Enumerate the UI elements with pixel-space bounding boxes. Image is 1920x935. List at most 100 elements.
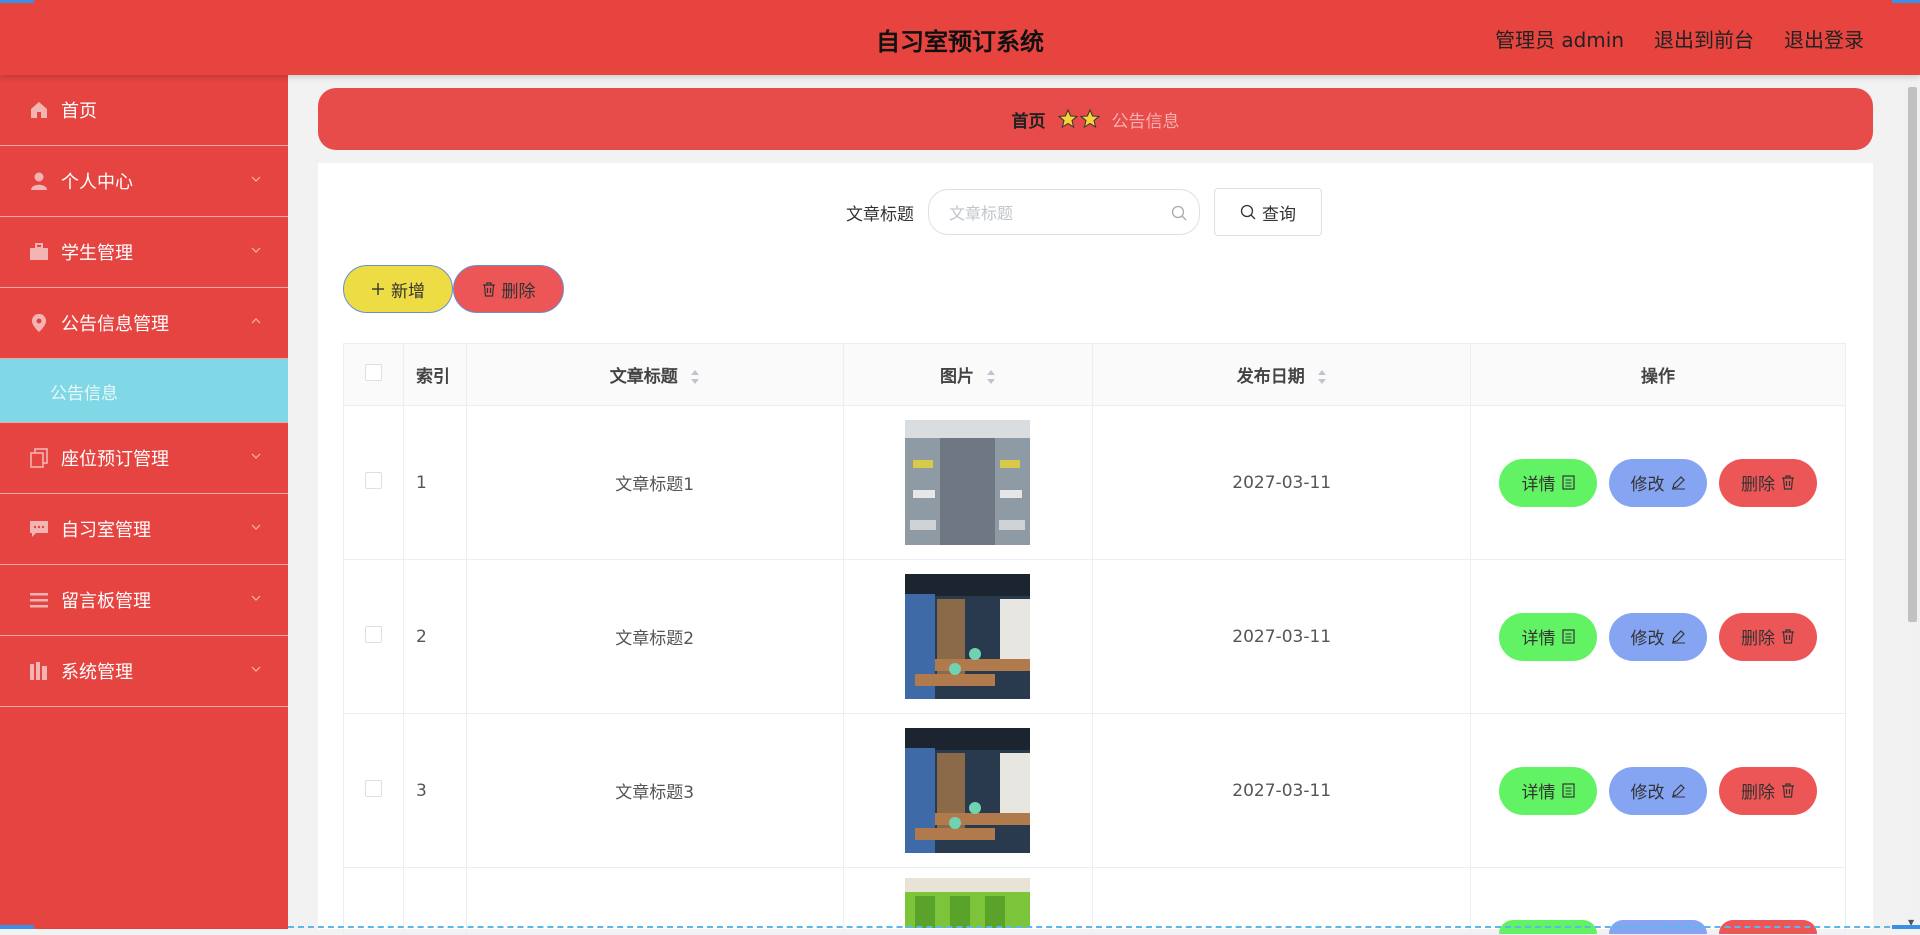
vertical-scrollbar[interactable]: ▼ bbox=[1905, 75, 1920, 929]
briefcase-icon bbox=[30, 243, 48, 260]
batch-delete-label: 删除 bbox=[501, 281, 536, 302]
search-label: 文章标题 bbox=[846, 204, 914, 225]
row-image-cell bbox=[842, 559, 1094, 714]
header-image[interactable]: 图片 bbox=[842, 343, 1094, 406]
query-button[interactable]: 查询 bbox=[1214, 188, 1322, 236]
scrollbar-thumb[interactable] bbox=[1908, 87, 1917, 622]
chevron-down-icon bbox=[251, 453, 261, 459]
row-title: 文章标题3 bbox=[465, 713, 844, 868]
sidebar: 首页 个人中心 学生管理 公告信息管理 公告信息 座位预订管理 自习室管理 留言… bbox=[0, 75, 288, 929]
sidebar-item-message-board[interactable]: 留言板管理 bbox=[0, 565, 288, 636]
star-icon bbox=[1057, 109, 1078, 129]
detail-button[interactable]: 详情 bbox=[1499, 612, 1597, 661]
select-all-cell bbox=[343, 343, 404, 406]
row-thumbnail[interactable] bbox=[905, 728, 1031, 853]
header-title[interactable]: 文章标题 bbox=[465, 343, 844, 406]
admin-user-link[interactable]: 管理员 admin bbox=[1495, 24, 1624, 53]
bottom-right-accent bbox=[1892, 925, 1920, 929]
logout-link[interactable]: 退出登录 bbox=[1784, 24, 1864, 53]
row-thumbnail[interactable] bbox=[905, 574, 1031, 699]
table-header-row: 索引 文章标题 图片 发布日期 操作 bbox=[343, 343, 1846, 406]
sidebar-item-study-room[interactable]: 自习室管理 bbox=[0, 494, 288, 565]
chevron-down-icon bbox=[251, 176, 261, 182]
row-image-cell bbox=[842, 867, 1094, 935]
header-date-label: 发布日期 bbox=[1236, 367, 1305, 387]
chevron-down-icon bbox=[251, 666, 261, 672]
sidebar-subitem-announcement[interactable]: 公告信息 bbox=[0, 359, 288, 423]
row-date: 2027-03-11 bbox=[1092, 405, 1472, 560]
edit-button[interactable]: 修改 bbox=[1609, 766, 1707, 815]
sidebar-item-student-management[interactable]: 学生管理 bbox=[0, 217, 288, 288]
delete-button-label: 删除 bbox=[1741, 475, 1775, 495]
detail-button-label: 详情 bbox=[1521, 783, 1556, 803]
breadcrumb-current: 公告信息 bbox=[1111, 111, 1180, 132]
delete-button[interactable]: 删除 bbox=[1719, 766, 1817, 815]
detail-button[interactable]: 详情 bbox=[1499, 766, 1597, 815]
header-date[interactable]: 发布日期 bbox=[1092, 343, 1472, 406]
sidebar-item-system-management[interactable]: 系统管理 bbox=[0, 636, 288, 707]
row-image-cell bbox=[842, 405, 1094, 560]
sidebar-subitem-label: 公告信息 bbox=[50, 384, 118, 404]
delete-button[interactable]: 删除 bbox=[1719, 458, 1817, 507]
row-ops-cell: 详情 修改 删除 bbox=[1470, 713, 1846, 868]
edit-button-label: 修改 bbox=[1630, 783, 1665, 803]
trash-icon bbox=[482, 281, 495, 297]
sort-icon[interactable] bbox=[1317, 369, 1327, 385]
location-pin-icon bbox=[32, 314, 46, 332]
detail-button[interactable]: 详情 bbox=[1499, 458, 1597, 507]
delete-button-label: 删除 bbox=[1741, 629, 1775, 649]
trash-icon bbox=[1782, 783, 1794, 798]
row-image-cell bbox=[842, 713, 1094, 868]
breadcrumb-home[interactable]: 首页 bbox=[1012, 107, 1046, 132]
sidebar-item-label: 留言板管理 bbox=[61, 591, 151, 612]
edit-button[interactable]: 修改 bbox=[1609, 458, 1707, 507]
search-icon bbox=[1240, 204, 1256, 220]
row-thumbnail[interactable] bbox=[905, 878, 1031, 928]
plus-icon bbox=[372, 283, 384, 295]
sidebar-item-label: 首页 bbox=[61, 101, 97, 122]
row-thumbnail[interactable] bbox=[905, 420, 1031, 545]
select-all-checkbox[interactable] bbox=[364, 363, 382, 381]
row-title bbox=[465, 867, 844, 935]
batch-delete-button[interactable]: 删除 bbox=[453, 265, 564, 313]
breadcrumb-separator bbox=[1057, 109, 1100, 129]
trash-icon bbox=[1782, 475, 1794, 490]
row-index: 2 bbox=[402, 559, 467, 714]
query-button-label: 查询 bbox=[1262, 204, 1296, 225]
sidebar-item-personal-center[interactable]: 个人中心 bbox=[0, 146, 288, 217]
exit-to-front-link[interactable]: 退出到前台 bbox=[1654, 24, 1754, 53]
books-icon bbox=[30, 662, 47, 680]
edit-button-label: 修改 bbox=[1630, 475, 1665, 495]
detail-button-label: 详情 bbox=[1521, 629, 1556, 649]
list-icon bbox=[30, 593, 48, 608]
search-input[interactable] bbox=[947, 190, 1171, 236]
sidebar-item-label: 座位预订管理 bbox=[61, 449, 169, 470]
table-row: 1 文章标题1 2027-03-11 详情 修改 删除 bbox=[343, 405, 1846, 560]
sidebar-item-label: 学生管理 bbox=[61, 243, 133, 264]
header-ops: 操作 bbox=[1470, 343, 1846, 406]
row-date bbox=[1092, 867, 1472, 935]
row-checkbox[interactable] bbox=[364, 625, 382, 643]
delete-button-label: 删除 bbox=[1741, 783, 1775, 803]
copy-icon bbox=[30, 448, 48, 468]
row-select-cell bbox=[343, 559, 404, 714]
sort-icon[interactable] bbox=[690, 369, 700, 385]
chat-icon bbox=[30, 521, 48, 537]
content-panel: 文章标题 查询 新增 删除 索引 文章标题 bbox=[318, 163, 1873, 935]
row-checkbox[interactable] bbox=[364, 471, 382, 489]
pencil-icon bbox=[1671, 784, 1685, 798]
sidebar-item-announcement-management[interactable]: 公告信息管理 bbox=[0, 288, 288, 359]
sidebar-item-seat-booking[interactable]: 座位预订管理 bbox=[0, 423, 288, 494]
delete-button[interactable]: 删除 bbox=[1719, 612, 1817, 661]
chevron-up-icon bbox=[251, 318, 261, 324]
edit-button[interactable]: 修改 bbox=[1609, 612, 1707, 661]
table-row bbox=[343, 867, 1846, 935]
row-checkbox[interactable] bbox=[364, 779, 382, 797]
row-index: 3 bbox=[402, 713, 467, 868]
header-image-label: 图片 bbox=[939, 367, 974, 387]
sort-icon[interactable] bbox=[986, 369, 996, 385]
add-button[interactable]: 新增 bbox=[343, 265, 453, 313]
row-index: 1 bbox=[402, 405, 467, 560]
row-title: 文章标题2 bbox=[465, 559, 844, 714]
sidebar-item-home[interactable]: 首页 bbox=[0, 75, 288, 146]
